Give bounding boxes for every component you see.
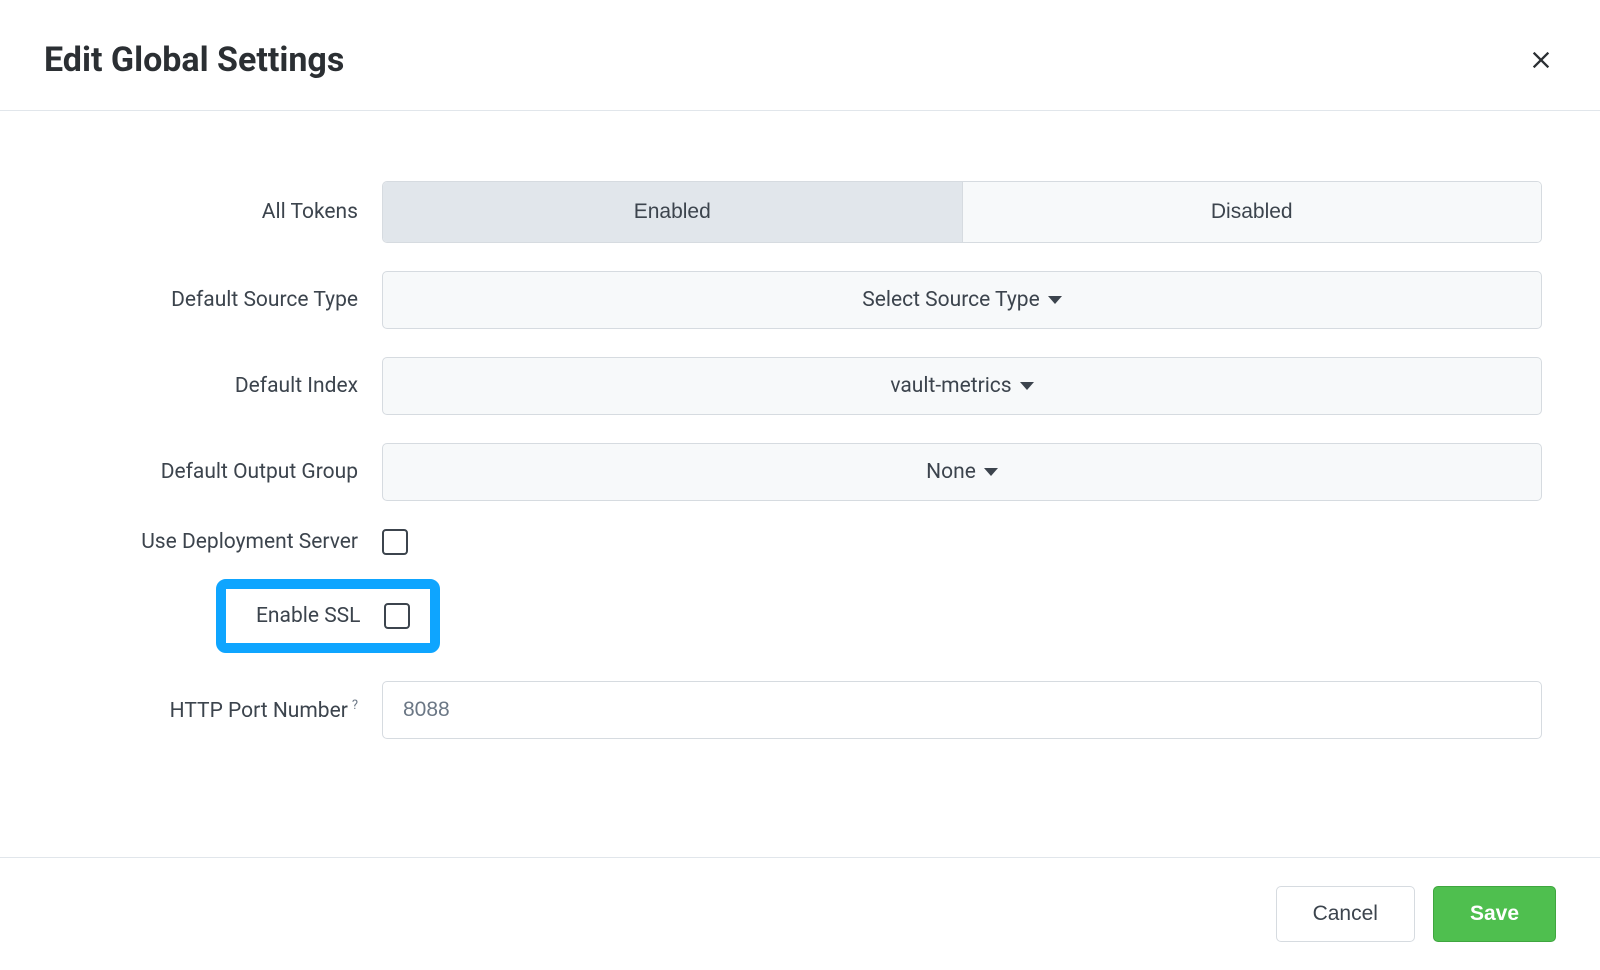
modal-footer: Cancel Save xyxy=(0,857,1600,970)
modal-body: All Tokens Enabled Disabled Default Sour… xyxy=(0,111,1600,857)
row-http-port: HTTP Port Number? xyxy=(44,681,1556,739)
dropdown-value: Select Source Type xyxy=(862,288,1039,312)
edit-global-settings-modal: Edit Global Settings All Tokens Enabled … xyxy=(0,0,1600,970)
close-button[interactable] xyxy=(1526,45,1556,75)
label-default-index: Default Index xyxy=(44,374,382,398)
label-http-port: HTTP Port Number? xyxy=(44,698,382,723)
dropdown-default-source-type[interactable]: Select Source Type xyxy=(382,271,1542,329)
row-default-output-group: Default Output Group None xyxy=(44,443,1556,501)
row-default-index: Default Index vault-metrics xyxy=(44,357,1556,415)
label-default-source-type: Default Source Type xyxy=(44,288,382,312)
checkbox-enable-ssl[interactable] xyxy=(384,603,410,629)
chevron-down-icon xyxy=(1020,382,1034,390)
dropdown-default-index[interactable]: vault-metrics xyxy=(382,357,1542,415)
checkbox-use-deployment-server[interactable] xyxy=(382,529,408,555)
row-all-tokens: All Tokens Enabled Disabled xyxy=(44,181,1556,243)
toggle-all-tokens-disabled[interactable]: Disabled xyxy=(963,182,1542,242)
label-enable-ssl: Enable SSL xyxy=(256,604,360,628)
label-all-tokens: All Tokens xyxy=(44,200,382,224)
dropdown-value: None xyxy=(926,460,976,484)
toggle-all-tokens: Enabled Disabled xyxy=(382,181,1542,243)
input-http-port[interactable] xyxy=(382,681,1542,739)
dropdown-default-output-group[interactable]: None xyxy=(382,443,1542,501)
help-icon[interactable]: ? xyxy=(352,698,358,713)
chevron-down-icon xyxy=(1048,296,1062,304)
highlight-enable-ssl: Enable SSL xyxy=(216,579,440,653)
label-use-deployment-server: Use Deployment Server xyxy=(44,530,382,554)
row-default-source-type: Default Source Type Select Source Type xyxy=(44,271,1556,329)
row-use-deployment-server: Use Deployment Server xyxy=(44,529,1556,555)
close-icon xyxy=(1530,49,1552,71)
modal-header: Edit Global Settings xyxy=(0,0,1600,111)
row-enable-ssl: Enable SSL xyxy=(44,579,1556,681)
label-default-output-group: Default Output Group xyxy=(44,460,382,484)
chevron-down-icon xyxy=(984,468,998,476)
modal-title: Edit Global Settings xyxy=(44,40,344,80)
dropdown-value: vault-metrics xyxy=(890,374,1011,398)
save-button[interactable]: Save xyxy=(1433,886,1556,942)
cancel-button[interactable]: Cancel xyxy=(1276,886,1415,942)
toggle-all-tokens-enabled[interactable]: Enabled xyxy=(383,182,963,242)
